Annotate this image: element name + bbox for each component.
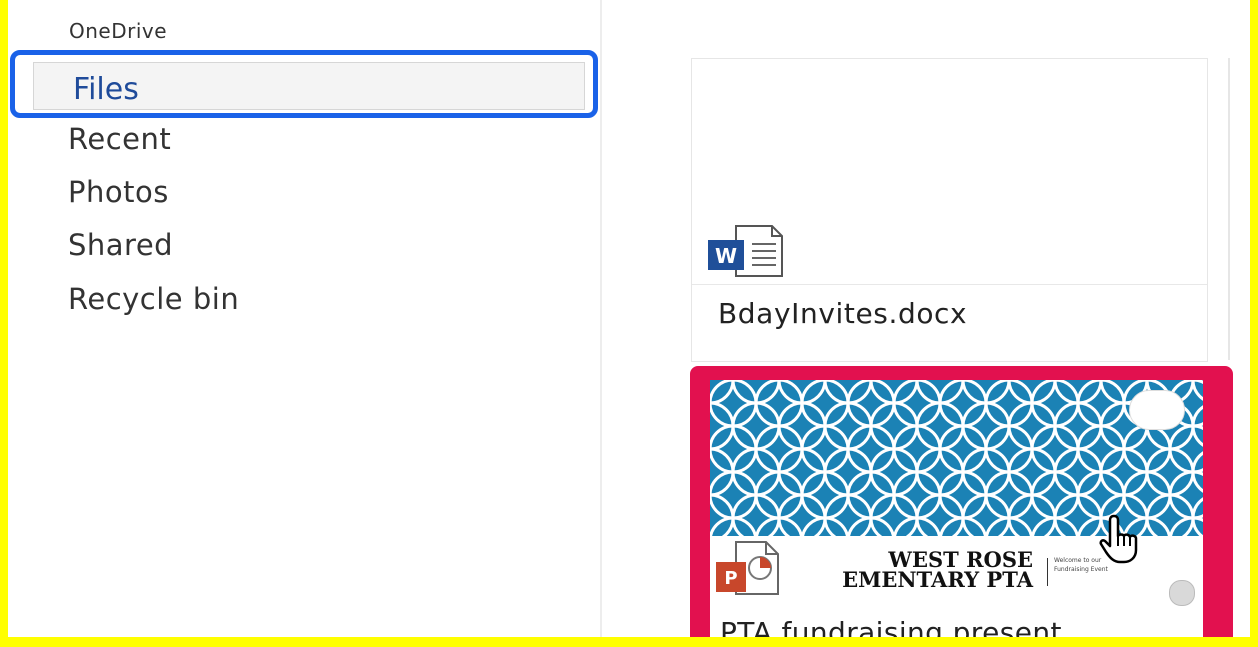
powerpoint-icon: P [716, 541, 779, 595]
sidebar: OneDrive Files Recent Photos Shared Recy… [8, 0, 602, 637]
word-doc-icon: W [708, 225, 783, 277]
tile-content: WEST ROSE EMENTARY PTA Welcome to our Fu… [710, 380, 1203, 637]
hand-cursor-icon [1099, 514, 1138, 564]
thumbnail-separator [1047, 558, 1048, 586]
app-name: OneDrive [69, 19, 168, 43]
thumbnail-title-line2: EMENTARY PTA [842, 567, 1033, 592]
sidebar-item-label: Files [73, 72, 139, 107]
svg-text:P: P [724, 568, 737, 589]
sidebar-item-recent[interactable]: Recent [68, 122, 171, 156]
partial-file-tile[interactable] [1228, 58, 1250, 360]
sidebar-item-files[interactable]: Files [10, 50, 598, 118]
sidebar-item-recycle-bin[interactable]: Recycle bin [68, 282, 239, 316]
thumbnail-title: WEST ROSE EMENTARY PTA [842, 549, 1033, 592]
pta-logo-icon [1169, 580, 1195, 606]
sidebar-item-photos[interactable]: Photos [68, 175, 169, 209]
onedrive-window: OneDrive Files Recent Photos Shared Recy… [8, 0, 1250, 637]
file-name[interactable]: BdayInvites.docx [718, 297, 967, 330]
file-name[interactable]: PTA fundraising present [720, 616, 1062, 637]
sidebar-item-shared[interactable]: Shared [68, 228, 173, 262]
file-tile-pta-fundraising[interactable]: WEST ROSE EMENTARY PTA Welcome to our Fu… [690, 366, 1233, 637]
file-tile-bdayinvites[interactable]: W BdayInvites.docx [691, 58, 1208, 362]
tile-divider [692, 284, 1207, 285]
file-grid: W BdayInvites.docx WEST ROSE EMENTARY PT… [602, 0, 1250, 637]
svg-text:W: W [715, 244, 737, 268]
select-checkbox[interactable] [1129, 390, 1185, 430]
